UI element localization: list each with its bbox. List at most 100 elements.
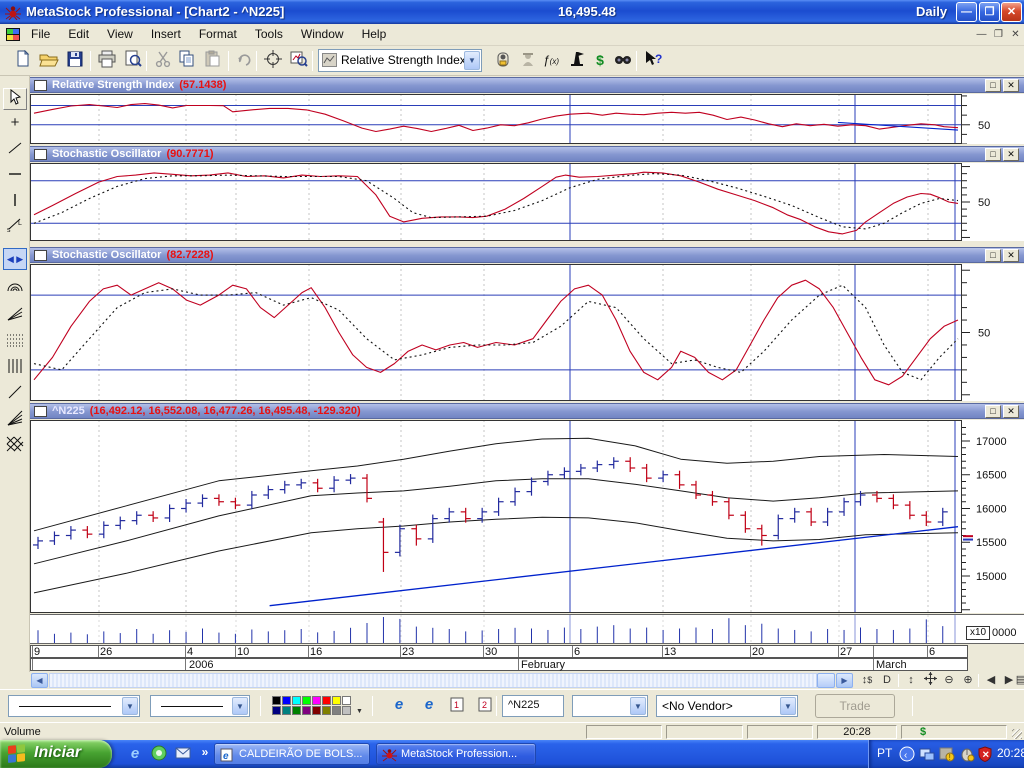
panel-close-icon[interactable]: ✕ — [1003, 79, 1019, 92]
color-swatch[interactable] — [332, 696, 341, 705]
task-button-metastock[interactable]: MetaStock Profession... — [376, 743, 536, 765]
panel-collapse-box[interactable] — [34, 149, 47, 160]
chevron-down-icon[interactable]: ▼ — [232, 697, 248, 715]
panel-maximize-icon[interactable]: □ — [985, 79, 1001, 92]
menu-item-format[interactable]: Format — [190, 24, 246, 46]
mdi-close-icon[interactable]: ✕ — [1008, 28, 1023, 42]
chart-list-icon[interactable]: ▤ — [1012, 672, 1024, 689]
volume-pane[interactable]: x10 0000 — [30, 614, 1024, 644]
color-swatch[interactable] — [282, 706, 291, 715]
periodicity-daily-button[interactable]: D — [878, 672, 896, 689]
panel-maximize-icon[interactable]: □ — [985, 405, 1001, 418]
color-swatch[interactable] — [312, 696, 321, 705]
trendline-tool-icon[interactable] — [3, 140, 27, 162]
color-swatch[interactable] — [312, 706, 321, 715]
horizontal-line-tool-icon[interactable] — [3, 166, 27, 188]
color-swatch[interactable] — [342, 696, 351, 705]
fibonacci-fan-tool-icon[interactable] — [3, 306, 27, 328]
chevron-down-icon[interactable]: ▼ — [464, 51, 480, 70]
fibonacci-timezones-tool-icon[interactable] — [3, 358, 27, 380]
symbol-field[interactable]: ^N225 — [502, 695, 564, 717]
gann-fan-tool-icon[interactable] — [3, 410, 27, 432]
color-swatch[interactable] — [322, 706, 331, 715]
chevron-down-icon[interactable]: ▼ — [780, 697, 796, 715]
new-chart-icon[interactable] — [12, 50, 34, 72]
color-swatch[interactable] — [292, 706, 301, 715]
price-chart[interactable]: 1700016500160001550015000 — [30, 420, 1024, 613]
color-swatch[interactable] — [282, 696, 291, 705]
previous-chart-icon[interactable]: ◀ — [982, 672, 1000, 689]
mdi-minimize-icon[interactable]: — — [974, 28, 989, 42]
quicklaunch-outlook-icon[interactable] — [174, 745, 192, 763]
internet-explorer-page-icon[interactable]: e — [418, 696, 440, 718]
tray-security-alert-icon[interactable]: ✕ — [977, 746, 993, 762]
tray-chevron-icon[interactable]: ‹ — [899, 746, 915, 762]
menu-item-view[interactable]: View — [98, 24, 142, 46]
stochastic1-chart[interactable]: 50 — [30, 163, 1024, 241]
color-swatch[interactable] — [342, 706, 351, 715]
quicklaunch-messenger-icon[interactable] — [150, 745, 168, 763]
system-tester-icon[interactable] — [566, 50, 588, 72]
tray-update-icon[interactable]: ! — [939, 746, 955, 762]
menu-item-window[interactable]: Window — [292, 24, 353, 46]
color-swatch[interactable] — [302, 696, 311, 705]
color-swatch[interactable] — [292, 696, 301, 705]
panel-collapse-box[interactable] — [34, 250, 47, 261]
quicklaunch-ie-icon[interactable]: e — [126, 745, 144, 763]
menu-item-tools[interactable]: Tools — [246, 24, 292, 46]
price-panel-caption[interactable]: ^N225(16,492.12, 16,552.08, 16,477.26, 1… — [30, 403, 1024, 419]
context-help-icon[interactable]: ? — [642, 50, 664, 72]
scroll-right-icon[interactable]: ▶ — [836, 673, 853, 688]
menu-item-file[interactable]: File — [22, 24, 59, 46]
vendor-combo[interactable]: <No Vendor> ▼ — [656, 695, 798, 717]
crosshair-pointer-icon[interactable] — [262, 50, 284, 72]
fibonacci-retracement-tool-icon[interactable] — [3, 332, 27, 354]
panel-maximize-icon[interactable]: □ — [985, 148, 1001, 161]
expert-advisor-icon[interactable] — [492, 50, 514, 72]
minimize-button[interactable]: — — [956, 2, 977, 22]
task-button-browser[interactable]: e CALDEIRÃO DE BOLS... — [214, 743, 370, 765]
color-swatch[interactable] — [272, 696, 281, 705]
line-weight-combo[interactable]: ▼ — [150, 695, 250, 717]
panel-close-icon[interactable]: ✕ — [1003, 249, 1019, 262]
chevron-down-icon[interactable]: ▼ — [630, 697, 646, 715]
line-style-combo[interactable]: ▼ — [8, 695, 140, 717]
panel-collapse-box[interactable] — [34, 406, 47, 417]
scrollbar-track[interactable] — [49, 673, 817, 688]
panel-close-icon[interactable]: ✕ — [1003, 405, 1019, 418]
close-button[interactable]: ✕ — [1001, 2, 1022, 22]
scrollbar-thumb[interactable] — [817, 673, 835, 688]
open-icon[interactable] — [38, 50, 60, 72]
gann-line-tool-icon[interactable] — [3, 384, 27, 406]
expand-vertical-icon[interactable]: ↕ — [902, 672, 920, 689]
menu-item-edit[interactable]: Edit — [59, 24, 98, 46]
menu-item-insert[interactable]: Insert — [142, 24, 190, 46]
interval-combo[interactable]: ▼ — [572, 695, 648, 717]
gann-grid-tool-icon[interactable] — [3, 436, 27, 458]
menu-item-help[interactable]: Help — [353, 24, 396, 46]
dollar-icon[interactable]: $ — [589, 50, 611, 72]
vertical-line-tool-icon[interactable] — [3, 192, 27, 214]
semilog-scale-tool-icon[interactable]: sL — [3, 216, 27, 238]
pan-chart-icon[interactable] — [921, 672, 939, 689]
color-swatch[interactable] — [272, 706, 281, 715]
rsi-chart[interactable]: 50 — [30, 94, 1024, 144]
scroll-left-icon[interactable]: ◀ — [31, 673, 48, 688]
language-indicator[interactable]: PT — [877, 746, 892, 760]
panel-close-icon[interactable]: ✕ — [1003, 148, 1019, 161]
rsi-panel-caption[interactable]: Relative Strength Index(57.1438) □ ✕ — [30, 77, 1024, 93]
layout-2-icon[interactable]: 2 — [474, 697, 496, 719]
layout-1-icon[interactable]: 1 — [446, 697, 468, 719]
stochastic1-panel-caption[interactable]: Stochastic Oscillator(90.7771) □ ✕ — [30, 146, 1024, 162]
save-icon[interactable] — [64, 50, 86, 72]
copy-icon[interactable] — [176, 50, 198, 72]
chevron-down-icon[interactable]: ▼ — [122, 697, 138, 715]
zoom-in-icon[interactable]: ⊕ — [959, 672, 977, 689]
scroll-left-right-tool-icon[interactable]: ◀ ▶ — [3, 248, 27, 270]
stochastic2-panel-caption[interactable]: Stochastic Oscillator(82.7228) □ ✕ — [30, 247, 1024, 263]
zoom-chart-icon[interactable] — [288, 50, 310, 72]
internet-explorer-icon[interactable]: e — [388, 696, 410, 718]
color-palette[interactable] — [272, 696, 353, 717]
print-preview-icon[interactable] — [122, 50, 144, 72]
palette-chevron-icon[interactable]: ▼ — [356, 708, 363, 715]
